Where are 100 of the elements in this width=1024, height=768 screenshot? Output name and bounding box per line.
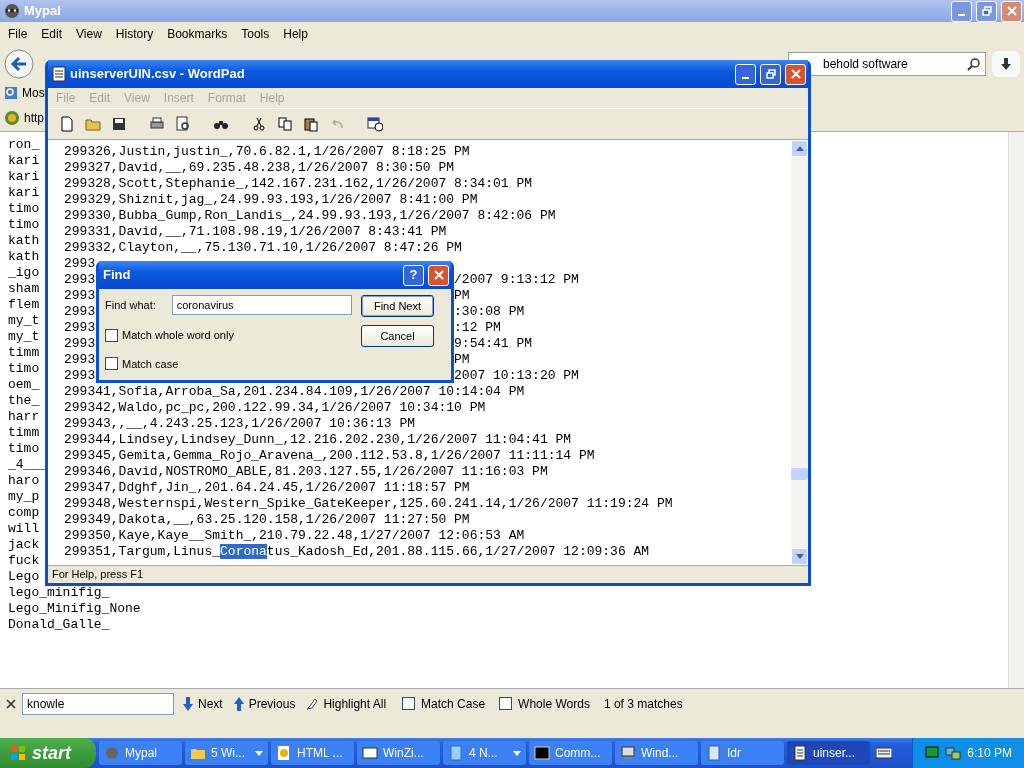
calendar-icon[interactable] [367, 116, 383, 132]
text-line: my_t [8, 329, 40, 345]
taskbar-button[interactable]: Wind... [615, 741, 698, 765]
scroll-thumb[interactable] [791, 468, 808, 480]
scroll-down-button[interactable] [791, 548, 808, 565]
text-line: Lego_Minifig_None [8, 601, 141, 617]
text-line: timo [8, 441, 40, 457]
minimize-button[interactable] [951, 0, 972, 22]
paste-icon[interactable] [303, 116, 319, 132]
menu-item[interactable]: Edit [41, 25, 63, 43]
text-line: kath [8, 233, 40, 249]
text-line: comp [8, 505, 40, 521]
document-icon [706, 745, 722, 761]
minimize-button[interactable] [735, 63, 756, 85]
menu-item[interactable]: Bookmarks [167, 25, 228, 43]
close-button[interactable] [428, 264, 449, 286]
print-preview-icon[interactable] [175, 116, 191, 132]
taskbar-button[interactable]: uinser... [787, 741, 870, 765]
restore-button[interactable] [976, 0, 997, 22]
restore-button[interactable] [760, 63, 781, 85]
next-button[interactable]: Next [180, 694, 225, 713]
text-line: 2993 [64, 320, 96, 336]
checkbox-label[interactable]: Whole Words [518, 694, 590, 713]
checkbox[interactable] [499, 697, 513, 710]
notepad-icon [52, 66, 66, 82]
scrollbar[interactable] [791, 140, 808, 565]
text-line: sham [8, 281, 40, 297]
find-field[interactable]: knowle [22, 692, 174, 715]
document-icon [448, 745, 464, 761]
close-button[interactable] [1001, 0, 1022, 22]
close-icon [433, 270, 444, 280]
text-line: kari [8, 169, 40, 185]
close-icon[interactable] [6, 698, 16, 709]
scissors-icon[interactable] [251, 116, 267, 132]
text-line: 2993 [64, 288, 96, 304]
keyboard-icon[interactable] [876, 747, 893, 759]
text-line: 299344,Lindsey,Lindsey_Dunn_,12.216.202.230,1/26/2007 11:04:41 PM [64, 432, 573, 448]
window-title: uinserverUIN.csv - WordPad [70, 65, 245, 84]
back-button[interactable] [4, 49, 34, 79]
taskbar-button[interactable]: Idr [701, 741, 784, 765]
menu-item[interactable]: File [8, 25, 28, 43]
monitor-icon[interactable] [925, 746, 940, 760]
checkbox-label[interactable]: Match whole word only [122, 327, 234, 344]
text-line: timm [8, 425, 40, 441]
text-line: 299329,Shiznit,jag_,24.99.93.193,1/26/2007 8:41:00 PM [64, 192, 479, 208]
dialog-title: Find [103, 266, 131, 285]
text-line: 299332,Clayton,__,75.130.71.10,1/26/2007 8:47:26 PM [64, 240, 463, 256]
taskbar-button[interactable]: 4 N... [443, 741, 526, 765]
text-fragment: /2007 9:13:12 PM [454, 272, 579, 288]
taskbar-button[interactable]: Mypal [99, 741, 182, 765]
bookmark-link[interactable]: Mos [22, 84, 45, 102]
text-line: 2993 [64, 336, 96, 352]
up-arrow-icon [795, 146, 804, 151]
printer-icon[interactable] [149, 116, 165, 132]
find-next-button[interactable]: Find Next [361, 295, 434, 317]
search-field[interactable]: behold software [788, 52, 986, 76]
text-line: kath [8, 249, 40, 265]
save-icon[interactable] [111, 116, 127, 132]
window-icon [362, 745, 378, 761]
menu-item[interactable]: Help [283, 25, 308, 43]
text-fragment: :12 PM [454, 320, 501, 336]
text-line: kari [8, 153, 40, 169]
text-line: ron_ [8, 137, 40, 153]
browser-tab[interactable]: http [4, 108, 44, 127]
text-line: timo [8, 201, 40, 217]
previous-button[interactable]: Previous [230, 694, 298, 713]
checkbox-label[interactable]: Match Case [421, 694, 486, 713]
text-line: 299331,David,__,71.108.98.19,1/26/2007 8:43:41 PM [64, 224, 448, 240]
text-fragment: :30:08 PM [454, 304, 525, 320]
taskbar-button[interactable]: HTML ... [271, 741, 354, 765]
text-line: will [8, 521, 40, 537]
down-arrow-icon [182, 695, 194, 712]
checkbox[interactable] [402, 697, 416, 710]
taskbar-button[interactable]: Comm... [529, 741, 612, 765]
download-button[interactable] [992, 51, 1020, 77]
checkbox-label[interactable]: Match case [122, 355, 179, 372]
match-count: 1 of 3 matches [603, 695, 683, 713]
taskbar-button[interactable]: 5 Wi... [185, 741, 268, 765]
checkbox[interactable] [105, 357, 118, 371]
menu-item[interactable]: History [115, 25, 154, 43]
restore-icon [981, 6, 992, 16]
status-bar-text: For Help, press F1 [48, 565, 808, 583]
menu-item[interactable]: View [76, 25, 102, 43]
menu-item[interactable]: Tools [241, 25, 270, 43]
help-button[interactable]: ? [403, 264, 424, 286]
text-line: 2993 [64, 304, 96, 320]
scroll-up-button[interactable] [791, 140, 808, 157]
taskbar-button[interactable]: WinZi... [357, 741, 440, 765]
copy-icon[interactable] [277, 116, 293, 132]
text-line: 299350,Kaye,Kaye__Smith_,210.79.22.48,1/27/2007 12:06:53 AM [64, 528, 526, 544]
checkbox[interactable] [105, 328, 118, 342]
scrollbar[interactable] [1008, 132, 1024, 688]
close-button[interactable] [785, 63, 806, 85]
text-line: 299330,Bubba_Gump,Ron_Landis_,24.99.93.193,1/26/2007 8:42:06 PM [64, 208, 557, 224]
find-field[interactable]: coronavirus [171, 295, 352, 315]
cancel-button[interactable]: Cancel [361, 325, 434, 347]
highlight-button[interactable]: Highlight All [303, 694, 389, 713]
network-icon[interactable] [945, 746, 962, 760]
text-line: Donald_Galle_ [8, 617, 110, 633]
text-line: my_t [8, 313, 40, 329]
